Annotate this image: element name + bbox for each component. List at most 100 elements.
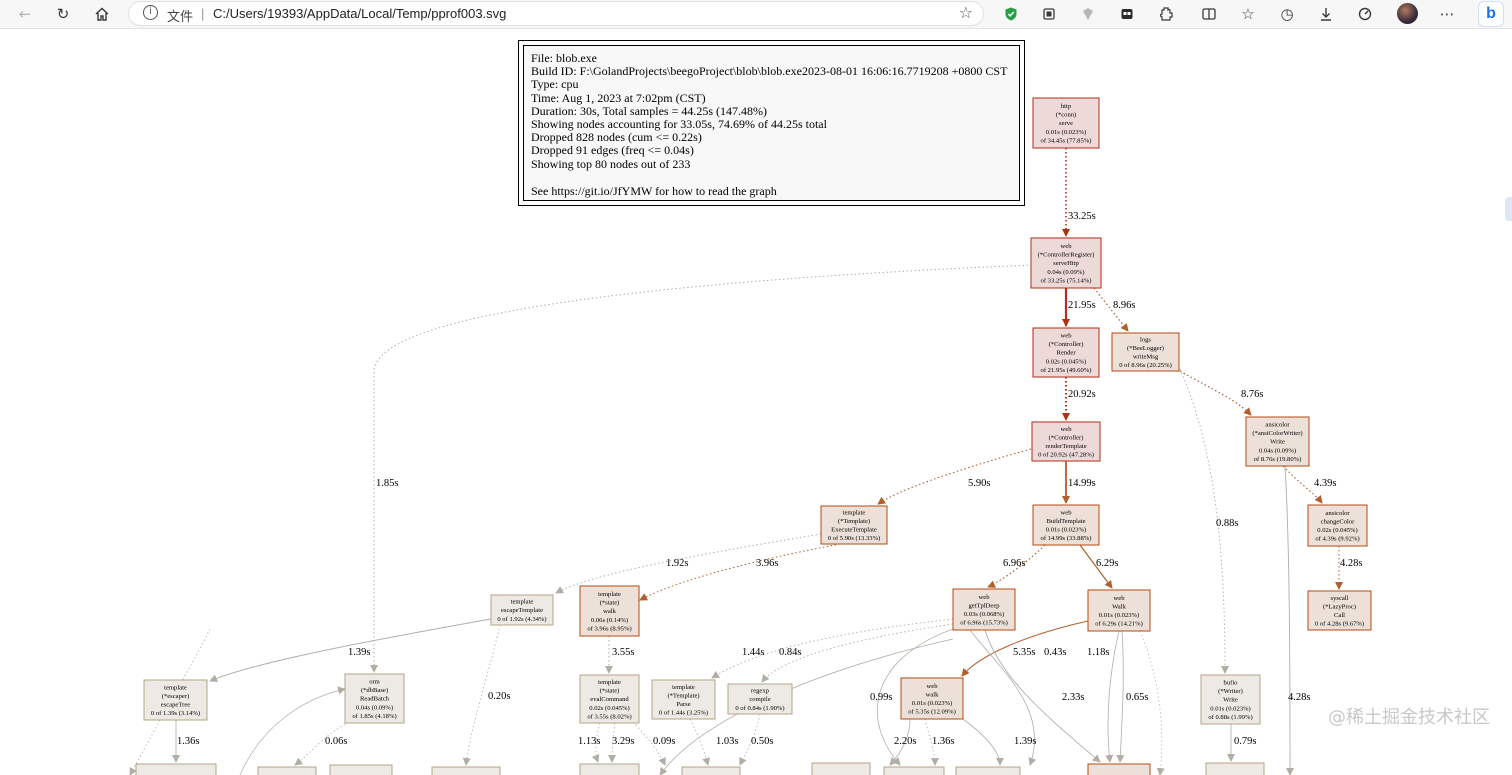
graph-node-bottom-sql[interactable]: sql [883,766,945,775]
edge-label: 0.20s [488,691,510,702]
edge-label: 5.35s [1013,647,1035,658]
extensions-icon[interactable] [1153,2,1179,26]
scroll-handle[interactable] [1505,197,1512,221]
graph-node-regexp-compile[interactable]: regexpcompile 0 of 0.84s (1.90%) [727,683,793,715]
graph-node-web-walk-upper[interactable]: webWalk 0.01s (0.023%) of 6.29s (14.21%) [1087,589,1151,632]
star-icon[interactable]: ☆ [959,3,973,22]
graph-node-template-escapetree[interactable]: template (*escaper) escapeTree0 of 1.39s (… [143,679,208,721]
graph-node-template-executetemplate[interactable]: template (*Template) ExecuteTemplate0 of 5… [820,505,888,545]
graph-node-template-state-walk[interactable]: template (*state)walk 0.06s (0.14%)of 3.96… [579,585,640,637]
edge-label: 3.29s [612,736,634,747]
bing-icon[interactable]: b [1478,1,1504,27]
graph-node-bottom-blank1[interactable] [431,766,501,775]
collections-icon[interactable] [1036,2,1062,26]
graph-node-bottom-runtime[interactable]: runtime [681,766,741,775]
address-url[interactable]: C:/Users/19393/AppData/Local/Temp/pprof0… [213,6,506,21]
node-box [135,763,217,775]
node-label: syscall [1331,595,1349,602]
address-scheme-label: 文件 [167,9,194,24]
favorites-icon[interactable]: ☆ [1235,2,1261,26]
node-label: of 5.35s (12.09%) [908,709,956,716]
graph-node-bufio-write[interactable]: bufio(*Writer) Write0.01s (0.023%) of 0.88… [1200,674,1261,725]
node-label: orm [369,679,380,686]
graph-node-web-rendertemplate[interactable]: web(*Controller) renderTemplate 0 of 20.92… [1031,421,1101,462]
node-label: ansicolor [1265,422,1290,429]
node-label: template [511,599,534,606]
node-label: http [1061,103,1072,110]
graph-node-bottom-os[interactable]: os [811,762,871,775]
edge-label: 21.95s [1068,300,1096,311]
profile-avatar[interactable] [1397,3,1418,24]
home-icon[interactable] [89,2,115,26]
graph-node-http-serve[interactable]: http (*conn)serve 0.01s (0.023%)of 34.45s … [1032,97,1100,149]
graph-node-ansicolor-changecolor[interactable]: ansicolorchangeColor 0.02s (0.045%) of 4.3… [1307,504,1368,547]
node-label: 0.02s (0.045%) [589,705,629,712]
info-icon[interactable]: i [143,5,158,20]
extension-icon[interactable] [1114,2,1140,26]
graph-node-syscall-call[interactable]: syscall(*LazyProc) Call 0 of 4.28s (9.67%) [1307,590,1372,631]
profile-legend: File: blob.exe Build ID: F:\GolandProjec… [518,40,1025,206]
refresh-icon[interactable]: ↻ [50,2,76,26]
edge-label: 3.96s [756,558,778,569]
graph-node-web-walk-lower[interactable]: webwalk 0.01s (0.023%) of 5.35s (12.09%) [900,677,964,720]
graph-node-web-buildtemplate[interactable]: web BuildTemplate 0.01s (0.023%)of 14.99s … [1032,504,1100,546]
graph-node-web-render[interactable]: web(*Controller) Render0.02s (0.045%) of 2… [1032,327,1100,378]
edge-label: 6.29s [1096,558,1118,569]
shield-icon[interactable] [998,2,1024,26]
node-label: template [672,684,695,691]
node-label: (*ansiColorWriter) [1252,430,1302,437]
downloads-icon[interactable] [1313,2,1339,26]
call-edge [639,543,841,601]
legend-line: Build ID: F:\GolandProjects\beegoProject… [531,64,1008,79]
edge-label: 1.85s [376,478,398,489]
more-icon[interactable]: ⋯ [1434,2,1460,26]
node-label: ansicolor [1325,510,1350,517]
edge-label: 4.28s [1288,692,1310,703]
graph-node-web-gettpldeep[interactable]: webgetTplDeep 0.03s (0.068%) of 6.96s (15.… [952,588,1016,631]
graph-node-template-evalcommand[interactable]: template (*state)evalCommand 0.02s (0.045%… [579,674,640,724]
graph-node-bottom-blank2[interactable] [955,766,1021,775]
edge-label: 0.65s [1126,692,1148,703]
graph-node-bottom-parse[interactable]: parse [329,764,393,775]
node-label: (*LazyProc) [1323,603,1356,610]
graph-node-bottom-template[interactable]: template [135,763,217,775]
graph-node-web-servehttp[interactable]: web (*ControllerRegister)serveHttp 0.04s (… [1030,237,1102,289]
graph-node-bottom-fmt[interactable]: fmt [257,766,317,775]
split-screen-icon[interactable] [1196,2,1222,26]
node-label: renderTemplate [1045,443,1086,450]
edge-label: 0.99s [870,692,892,703]
node-label: web [979,594,991,601]
call-edge [239,686,346,775]
address-bar[interactable]: i 文件 | C:/Users/19393/AppData/Local/Temp… [128,1,984,26]
graph-node-logs-writemsg[interactable]: logs (*BeeLogger) writeMsg0 of 8.96s (20.2… [1111,332,1180,372]
node-box [681,766,741,775]
legend-line: Dropped 91 edges (freq <= 0.04s) [531,143,694,158]
extension-icon[interactable] [1075,2,1101,26]
node-label: of 34.45s (77.85%) [1041,137,1092,144]
node-box [329,764,393,775]
node-label: (*Controller) [1049,341,1084,348]
graph-node-bottom-template2[interactable]: template [579,763,640,775]
edge-label: 14.99s [1068,478,1096,489]
graph-node-template-escapetemplate[interactable]: templateescapeTemplate 0 of 1.92s (4.34%) [490,594,554,626]
node-label: (*ControllerRegister) [1038,252,1095,259]
node-box [1205,762,1265,775]
performance-icon[interactable] [1352,2,1378,26]
node-label: 0.01s (0.023%) [912,700,952,707]
node-label: of 14.99s (33.88%) [1041,535,1092,542]
graph-node-bottom-web[interactable]: web [1087,763,1151,775]
graph-node-bottom-bufio[interactable]: bufio [1205,762,1265,775]
call-edge [1105,630,1120,763]
history-icon[interactable]: ◷ [1274,2,1300,26]
call-edge [370,264,1033,673]
graph-node-ansicolor-write[interactable]: ansicolor(*ansiColorWriter) Write0.04s (0… [1245,416,1310,467]
back-icon[interactable]: ← [12,2,38,26]
edge-label: 0.09s [653,736,675,747]
node-label: serve [1059,120,1073,127]
call-edge [1139,630,1165,775]
edge-label: 0.84s [779,647,801,658]
graph-node-template-parse[interactable]: template(*Template) Parse 0 of 1.44s (3.25… [651,679,716,720]
edge-label: 1.39s [1014,736,1036,747]
node-label: of 4.39s (9.92%) [1315,536,1359,543]
graph-node-orm-readbatch[interactable]: orm(*dbBase) ReadBatch0.04s (0.09%) of 1.8… [344,673,405,724]
